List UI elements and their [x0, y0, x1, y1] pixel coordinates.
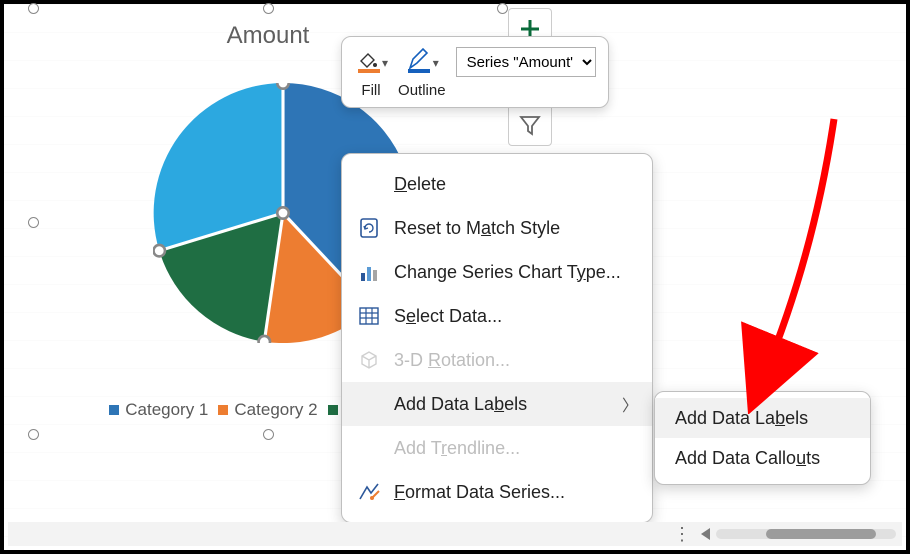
- submenu-add-data-labels[interactable]: Add Data Labels: [655, 398, 870, 438]
- chevron-down-icon[interactable]: ▾: [433, 56, 439, 70]
- menu-select-data[interactable]: Select Data...: [342, 294, 652, 338]
- scroll-thumb[interactable]: [766, 529, 876, 539]
- reset-icon: [356, 215, 382, 241]
- horizontal-scrollbar[interactable]: ⋮: [8, 522, 902, 546]
- menu-delete[interactable]: Delete: [342, 162, 652, 206]
- legend-swatch: [109, 405, 119, 415]
- submenu-add-data-callouts[interactable]: Add Data Callouts: [655, 438, 870, 478]
- legend-swatch: [328, 405, 338, 415]
- resize-handle[interactable]: [28, 3, 39, 14]
- menu-change-chart-type[interactable]: Change Series Chart Type...: [342, 250, 652, 294]
- scroll-left-icon[interactable]: [701, 528, 710, 540]
- bar-chart-icon: [356, 259, 382, 285]
- table-icon: [356, 303, 382, 329]
- menu-add-data-labels[interactable]: Add Data Labels 〉: [342, 382, 652, 426]
- resize-handle[interactable]: [497, 3, 508, 14]
- legend-swatch: [218, 405, 228, 415]
- chevron-down-icon[interactable]: ▾: [382, 56, 388, 70]
- menu-add-trendline: Add Trendline...: [342, 426, 652, 470]
- outline-button[interactable]: ▾ Outline: [398, 47, 446, 99]
- cube-icon: [356, 347, 382, 373]
- menu-reset-style[interactable]: Reset to Match Style: [342, 206, 652, 250]
- context-menu: Delete Reset to Match Style Change Serie…: [341, 153, 653, 523]
- scroll-track[interactable]: [716, 529, 896, 539]
- legend-label: Category 2: [234, 400, 317, 420]
- format-icon: [356, 479, 382, 505]
- chevron-right-icon: 〉: [622, 392, 638, 416]
- add-data-labels-submenu: Add Data Labels Add Data Callouts: [654, 391, 871, 485]
- resize-handle[interactable]: [28, 429, 39, 440]
- paint-bucket-icon: [354, 47, 380, 78]
- resize-handle[interactable]: [28, 217, 39, 228]
- fill-button[interactable]: ▾ Fill: [354, 47, 388, 99]
- series-selector[interactable]: Series "Amount": [456, 47, 596, 77]
- resize-handle[interactable]: [263, 429, 274, 440]
- pen-icon: [405, 47, 431, 78]
- chart-filters-button[interactable]: [508, 104, 552, 146]
- legend-item[interactable]: Category 2: [218, 400, 317, 420]
- legend-label: Category 1: [125, 400, 208, 420]
- menu-3d-rotation: 3-D Rotation...: [342, 338, 652, 382]
- sheet-options-icon[interactable]: ⋮: [673, 524, 693, 545]
- outline-label: Outline: [398, 82, 446, 99]
- menu-format-data-series[interactable]: Format Data Series...: [342, 470, 652, 514]
- fill-label: Fill: [361, 82, 380, 99]
- mini-toolbar: ▾ Fill ▾ Outline Series "Amount": [341, 36, 609, 108]
- resize-handle[interactable]: [263, 3, 274, 14]
- legend-item[interactable]: Category 1: [109, 400, 208, 420]
